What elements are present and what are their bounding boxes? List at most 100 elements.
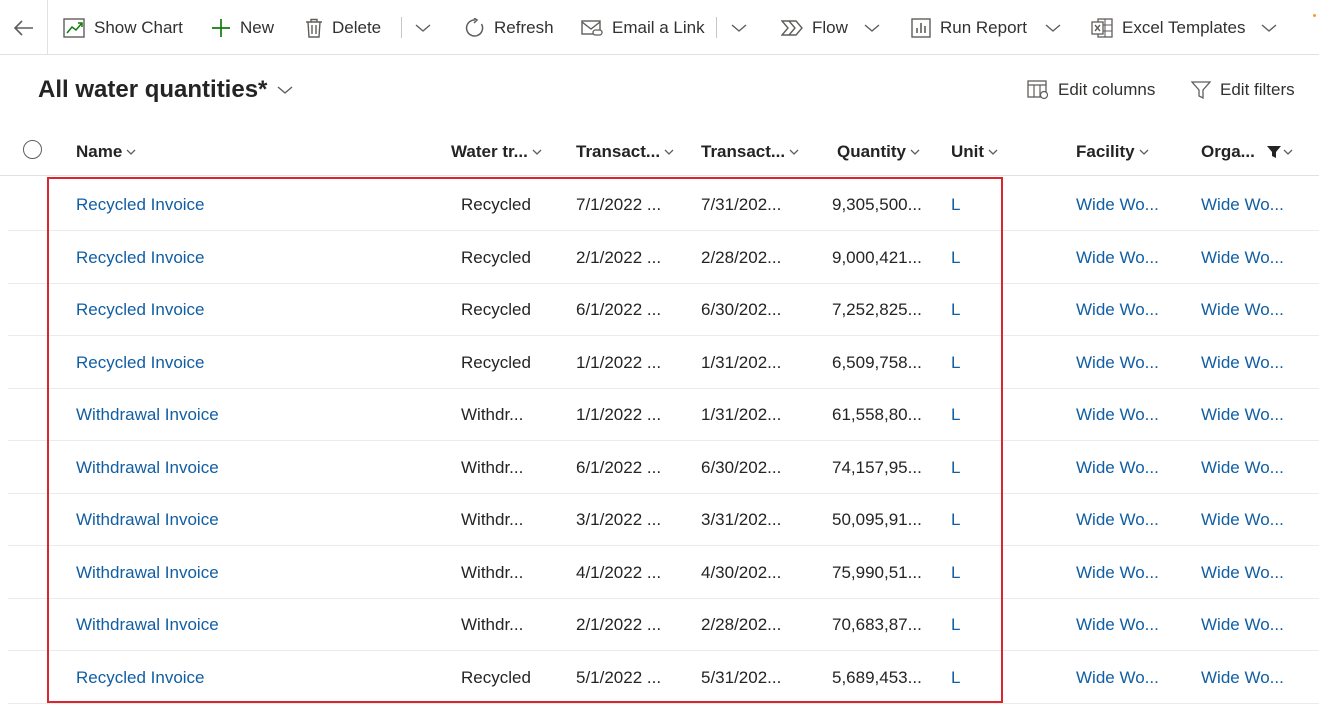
row-facility-link[interactable]: Wide Wo... (1076, 337, 1159, 389)
edit-columns-icon (1027, 80, 1049, 100)
delete-button[interactable]: Delete (305, 0, 381, 55)
row-facility-link[interactable]: Wide Wo... (1076, 389, 1159, 441)
delete-more-button[interactable] (415, 0, 431, 55)
row-water-type: Recycled (461, 352, 531, 372)
new-button[interactable]: New (211, 0, 274, 55)
row-facility-link[interactable]: Wide Wo... (1076, 232, 1159, 284)
row-name-link[interactable]: Withdrawal Invoice (76, 494, 219, 546)
row-unit-link[interactable]: L (951, 599, 960, 651)
refresh-button[interactable]: Refresh (465, 0, 554, 55)
column-header-label: Orga... (1201, 142, 1255, 161)
row-transaction-start: 1/1/2022 ... (576, 352, 662, 372)
row-quantity: 9,000,421... (832, 247, 922, 267)
column-header-quantity[interactable]: Quantity (837, 128, 920, 176)
row-facility-link[interactable]: Wide Wo... (1076, 494, 1159, 546)
row-organization-link[interactable]: Wide Wo... (1201, 547, 1284, 599)
column-header-unit[interactable]: Unit (951, 128, 998, 176)
row-transaction-end: 1/31/202... (701, 352, 782, 372)
edit-columns-button[interactable]: Edit columns (1027, 76, 1155, 104)
row-facility-link[interactable]: Wide Wo... (1076, 599, 1159, 651)
email-more-button[interactable] (731, 0, 747, 55)
row-water-type: Withdr... (461, 562, 524, 582)
row-unit-link[interactable]: L (951, 232, 960, 284)
row-water-type: Recycled (461, 247, 531, 267)
refresh-label: Refresh (494, 17, 554, 37)
row-name-link[interactable]: Recycled Invoice (76, 337, 205, 389)
chevron-down-icon (126, 149, 136, 155)
chevron-down-icon (910, 149, 920, 155)
row-name-link[interactable]: Recycled Invoice (76, 179, 205, 231)
row-organization-link[interactable]: Wide Wo... (1201, 337, 1284, 389)
row-facility-link[interactable]: Wide Wo... (1076, 547, 1159, 599)
table-row[interactable]: Withdrawal Invoice Withdr... 2/1/2022 ... 2… (8, 599, 1319, 651)
row-name-link[interactable]: Withdrawal Invoice (76, 547, 219, 599)
row-transaction-start: 2/1/2022 ... (576, 615, 662, 634)
row-transaction-start: 6/1/2022 ... (576, 457, 662, 477)
row-name-link[interactable]: Withdrawal Invoice (76, 442, 219, 494)
row-name-link[interactable]: Withdrawal Invoice (76, 599, 219, 651)
row-organization-link[interactable]: Wide Wo... (1201, 284, 1284, 336)
refresh-icon (465, 17, 484, 37)
column-header-transaction-end[interactable]: Transact... (701, 128, 799, 176)
row-name-link[interactable]: Recycled Invoice (76, 232, 205, 284)
row-unit-link[interactable]: L (951, 389, 960, 441)
column-header-name[interactable]: Name (76, 128, 136, 176)
row-unit-link[interactable]: L (951, 179, 960, 231)
row-facility-link[interactable]: Wide Wo... (1076, 652, 1159, 704)
column-header-label: Unit (951, 142, 985, 161)
flow-button[interactable]: Flow (781, 0, 880, 55)
table-row[interactable]: Recycled Invoice Recycled 5/1/2022 ... 5/31… (8, 652, 1319, 704)
table-row[interactable]: Withdrawal Invoice Withdr... 1/1/2022 ... 1… (8, 389, 1319, 441)
table-row[interactable]: Recycled Invoice Recycled 6/1/2022 ... 6/30… (8, 284, 1319, 336)
row-name-link[interactable]: Withdrawal Invoice (76, 389, 219, 441)
row-quantity: 50,095,91... (832, 510, 922, 529)
table-row[interactable]: Withdrawal Invoice Withdr... 6/1/2022 ... 6… (8, 442, 1319, 494)
column-header-transaction-start[interactable]: Transact... (576, 128, 674, 176)
column-header-facility[interactable]: Facility (1076, 128, 1149, 176)
row-quantity: 9,305,500... (832, 195, 922, 214)
edit-filters-button[interactable]: Edit filters (1191, 76, 1295, 104)
row-unit-link[interactable]: L (951, 442, 960, 494)
row-unit-link[interactable]: L (951, 337, 960, 389)
chevron-down-icon (1283, 149, 1293, 155)
row-unit-link[interactable]: L (951, 547, 960, 599)
table-row[interactable]: Withdrawal Invoice Withdr... 4/1/2022 ... 4… (8, 547, 1319, 599)
row-transaction-end: 3/31/202... (701, 510, 782, 529)
row-organization-link[interactable]: Wide Wo... (1201, 232, 1284, 284)
row-organization-link[interactable]: Wide Wo... (1201, 599, 1284, 651)
row-facility-link[interactable]: Wide Wo... (1076, 284, 1159, 336)
row-name-link[interactable]: Recycled Invoice (76, 284, 205, 336)
row-quantity: 61,558,80... (832, 405, 922, 424)
table-row[interactable]: Recycled Invoice Recycled 1/1/2022 ... 1/31… (8, 337, 1319, 389)
row-organization-link[interactable]: Wide Wo... (1201, 494, 1284, 546)
row-unit-link[interactable]: L (951, 494, 960, 546)
column-header-label: Facility (1076, 142, 1135, 161)
row-unit-link[interactable]: L (951, 284, 960, 336)
row-transaction-start: 2/1/2022 ... (576, 247, 662, 267)
column-header-organizational-unit[interactable]: Orga... (1201, 128, 1293, 176)
chevron-down-icon (988, 149, 998, 155)
table-row[interactable]: Recycled Invoice Recycled 2/1/2022 ... 2/28… (8, 232, 1319, 284)
email-link-button[interactable]: Email a Link (581, 0, 705, 55)
excel-templates-button[interactable]: Excel Templates (1091, 0, 1277, 55)
row-organization-link[interactable]: Wide Wo... (1201, 442, 1284, 494)
run-report-button[interactable]: Run Report (911, 0, 1061, 55)
row-unit-link[interactable]: L (951, 652, 960, 704)
row-transaction-end: 4/30/202... (701, 562, 782, 582)
row-name-link[interactable]: Recycled Invoice (76, 652, 205, 704)
chevron-down-icon (864, 23, 880, 32)
column-header-water-transaction-type[interactable]: Water tr... (451, 128, 542, 176)
table-row[interactable]: Recycled Invoice Recycled 7/1/2022 ... 7/31… (8, 179, 1319, 231)
row-organization-link[interactable]: Wide Wo... (1201, 389, 1284, 441)
row-facility-link[interactable]: Wide Wo... (1076, 179, 1159, 231)
flow-icon (781, 19, 803, 36)
back-button[interactable] (0, 0, 48, 55)
table-row[interactable]: Withdrawal Invoice Withdr... 3/1/2022 ... 3… (8, 494, 1319, 546)
row-organization-link[interactable]: Wide Wo... (1201, 179, 1284, 231)
divider (716, 17, 717, 38)
view-selector[interactable]: All water quantities* (38, 74, 293, 106)
row-facility-link[interactable]: Wide Wo... (1076, 442, 1159, 494)
row-organization-link[interactable]: Wide Wo... (1201, 652, 1284, 704)
chevron-down-icon (731, 23, 747, 32)
show-chart-button[interactable]: Show Chart (63, 0, 183, 55)
